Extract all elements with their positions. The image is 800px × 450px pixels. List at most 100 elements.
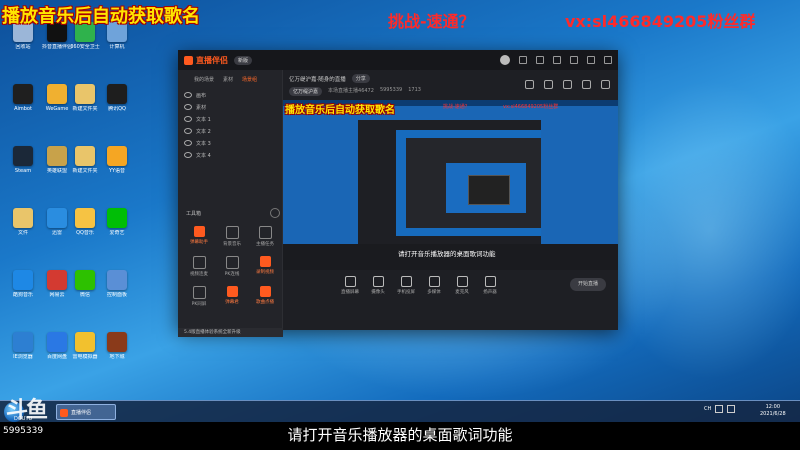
start-live-button[interactable]: 开始直播 xyxy=(570,278,606,291)
settings-icon[interactable] xyxy=(519,56,527,64)
scene-panel: 我的场景 素材 场景组 画布 素材 文本 1 文本 2 文本 3 文本 4 工具箱 弹幕助… xyxy=(178,70,283,330)
taskbar-app-live-companion[interactable]: 直播伴侣 xyxy=(56,404,116,420)
scene-label: 素材 xyxy=(196,104,207,111)
tool-item[interactable]: PK同屏 xyxy=(184,286,214,307)
tool-icon xyxy=(258,226,272,239)
desktop-icon-label: Aimbot xyxy=(14,106,32,112)
source-control-label: 手机投屏 xyxy=(397,290,415,295)
eye-icon[interactable] xyxy=(184,152,192,158)
desktop-icon[interactable]: 新建文件夹 xyxy=(68,146,102,175)
desktop-icon-image xyxy=(107,332,127,352)
desktop-icon-image xyxy=(47,332,67,352)
source-control-label: 麦克风 xyxy=(455,290,469,295)
scene-item[interactable]: 文本 4 xyxy=(178,149,282,161)
source-control-icon xyxy=(372,276,384,287)
nested-preview-screen-2 xyxy=(446,163,526,213)
share-icon[interactable] xyxy=(601,80,610,89)
eye-icon[interactable] xyxy=(184,116,192,122)
update-notice[interactable]: 5.4版直播体验系统全新升级 xyxy=(178,328,283,337)
scene-item[interactable]: 文本 2 xyxy=(178,125,282,137)
eye-icon[interactable] xyxy=(184,128,192,134)
desktop-icon[interactable]: 腾讯QQ xyxy=(100,84,134,113)
toolbox-more-icon[interactable] xyxy=(270,208,280,218)
desktop-icon[interactable]: 控制面板 xyxy=(100,270,134,299)
menu-icon[interactable] xyxy=(553,56,561,64)
scene-item[interactable]: 素材 xyxy=(178,101,282,113)
source-control[interactable]: 直播屏幕 xyxy=(337,276,363,295)
nested-preview-app xyxy=(406,138,541,228)
tool-item[interactable]: 视频连麦 xyxy=(184,256,214,277)
close-icon[interactable] xyxy=(604,56,612,64)
desktop-icon-label: 360安全卫士 xyxy=(70,44,100,50)
tool-icon xyxy=(226,286,238,297)
eye-icon[interactable] xyxy=(184,104,192,110)
desktop-icon-label: 酷狗音乐 xyxy=(12,292,33,298)
desktop-icon-image xyxy=(75,84,95,104)
volume-icon[interactable] xyxy=(727,405,736,413)
overlay-title: 播放音乐后自动获取歌名 xyxy=(2,6,200,27)
share-button[interactable]: 分享 xyxy=(351,74,370,83)
message-icon[interactable] xyxy=(536,56,544,64)
tab-materials[interactable]: 素材 xyxy=(223,76,233,83)
subtitle-bar: 请打开音乐播放器的桌面歌词功能 xyxy=(0,422,800,450)
desktop-icon-label: 计算机 xyxy=(109,44,125,50)
room-title: 亿万缇沪嘉·随身的直播 xyxy=(289,76,346,83)
avatar[interactable] xyxy=(500,55,510,65)
desktop-icon[interactable]: Aimbot xyxy=(6,84,40,113)
tool-item[interactable]: 弹幕君 xyxy=(217,286,247,305)
desktop-icon-image xyxy=(13,208,33,228)
source-control-label: 直播屏幕 xyxy=(341,290,359,295)
stream-preview[interactable]: 播放音乐后自动获取歌名 挑战-速通？ vx:sl466849205粉丝群 请打开… xyxy=(283,100,618,270)
desktop-icon[interactable]: 微信 xyxy=(68,270,102,299)
source-control-label: 多媒体 xyxy=(427,290,441,295)
lock-icon[interactable] xyxy=(544,80,553,89)
desktop-icon[interactable]: 地下城 xyxy=(100,332,134,361)
bell-icon[interactable] xyxy=(582,80,591,89)
live-companion-icon xyxy=(60,409,68,417)
network-icon[interactable] xyxy=(715,405,724,413)
eye-icon[interactable] xyxy=(184,92,192,98)
tool-item[interactable]: 录制视频 xyxy=(250,256,280,275)
maximize-icon[interactable] xyxy=(587,56,595,64)
clock[interactable]: 12:00 2021/6/28 xyxy=(760,404,786,418)
preview-caption-bar: 请打开音乐播放器的桌面歌词功能 xyxy=(283,244,618,270)
tab-my-scenes[interactable]: 我的场景 xyxy=(194,76,214,83)
screen-icon[interactable] xyxy=(563,80,572,89)
desktop-icon-image xyxy=(13,270,33,290)
tool-item[interactable]: 主播任务 xyxy=(250,226,280,247)
language-indicator[interactable]: CH xyxy=(704,406,711,412)
desktop-icon[interactable]: 文件 xyxy=(6,208,40,237)
desktop-icon[interactable]: QQ音乐 xyxy=(68,208,102,237)
desktop-icon[interactable]: Steam xyxy=(6,146,40,175)
tool-item[interactable]: PK连线 xyxy=(217,256,247,277)
source-control[interactable]: 摄像头 xyxy=(365,276,391,295)
source-control[interactable]: 多媒体 xyxy=(421,276,447,295)
desktop-icon-label: 文件 xyxy=(17,230,28,236)
app-logo-text: 直播伴侣 xyxy=(196,55,228,65)
desktop-icon[interactable]: 酷狗音乐 xyxy=(6,270,40,299)
tool-item[interactable]: 弹幕助手 xyxy=(184,226,214,245)
scene-item[interactable]: 文本 3 xyxy=(178,137,282,149)
source-control[interactable]: 扬声器 xyxy=(477,276,503,295)
tool-item[interactable]: 背景音乐 xyxy=(217,226,247,247)
desktop-icon[interactable]: IE浏览器 xyxy=(6,332,40,361)
scene-item[interactable]: 文本 1 xyxy=(178,113,282,125)
source-control[interactable]: 手机投屏 xyxy=(393,276,419,295)
tool-icon xyxy=(259,286,271,297)
desktop-icon-image xyxy=(75,270,95,290)
tab-scene-group[interactable]: 场景组 xyxy=(242,76,257,83)
tool-item[interactable]: 歌曲点播 xyxy=(250,286,280,305)
desktop-icon[interactable]: 新建文件夹 xyxy=(68,84,102,113)
eye-icon[interactable] xyxy=(184,140,192,146)
desktop-icon[interactable]: 雷电模拟器 xyxy=(68,332,102,361)
scene-label: 文本 4 xyxy=(196,152,211,159)
version-badge[interactable]: 新版 xyxy=(234,55,253,65)
source-control[interactable]: 麦克风 xyxy=(449,276,475,295)
desktop-icon[interactable]: YY语音 xyxy=(100,146,134,175)
desktop-icon[interactable]: 爱奇艺 xyxy=(100,208,134,237)
gift-icon[interactable] xyxy=(525,80,534,89)
minimize-icon[interactable] xyxy=(570,56,578,64)
tool-label: 背景音乐 xyxy=(223,242,241,247)
scene-item[interactable]: 画布 xyxy=(178,89,282,101)
scene-label: 文本 2 xyxy=(196,128,211,135)
